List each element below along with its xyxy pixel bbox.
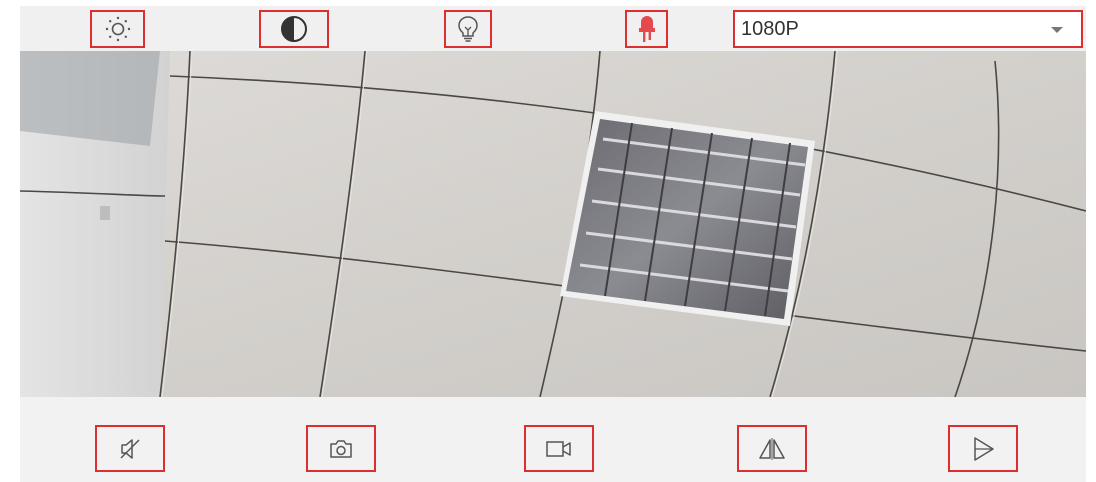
bottom-toolbar: [20, 397, 1086, 482]
resolution-select[interactable]: 1080P: [733, 10, 1083, 48]
chevron-down-icon: [1051, 27, 1063, 33]
infrared-led-icon: [637, 14, 657, 44]
record-button[interactable]: [524, 425, 594, 472]
mirror-button[interactable]: [737, 425, 807, 472]
contrast-icon: [279, 14, 309, 44]
brightness-button[interactable]: [90, 10, 145, 48]
light-bulb-icon: [456, 15, 480, 43]
infrared-led-button[interactable]: [625, 10, 668, 48]
video-record-icon: [544, 438, 574, 460]
contrast-button[interactable]: [259, 10, 329, 48]
mute-button[interactable]: [95, 425, 165, 472]
brightness-sun-icon: [104, 15, 132, 43]
flip-button[interactable]: [948, 425, 1018, 472]
light-button[interactable]: [444, 10, 492, 48]
rotate-flip-icon: [970, 435, 996, 463]
resolution-value: 1080P: [741, 18, 799, 40]
snapshot-button[interactable]: [306, 425, 376, 472]
camera-feed[interactable]: [20, 51, 1086, 397]
mirror-flip-icon: [757, 436, 787, 462]
top-toolbar: 1080P: [20, 6, 1086, 51]
camera-viewer: 1080P: [0, 0, 1096, 482]
camera-snapshot-icon: [328, 438, 354, 460]
mute-icon: [118, 437, 142, 461]
